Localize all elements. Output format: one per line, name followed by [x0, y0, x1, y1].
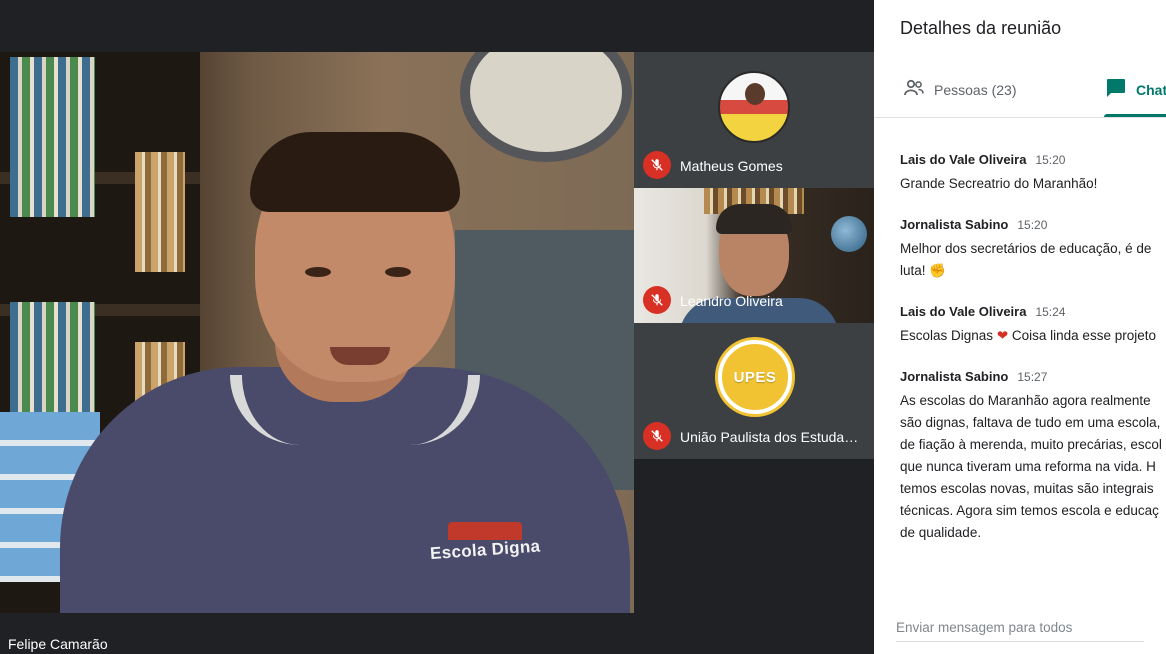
main-video-feed[interactable]: Escola Digna — [0, 52, 634, 613]
message-text: Melhor dos secretários de educação, é de — [900, 241, 1152, 256]
panel-tabs: Pessoas (23) Chat — [874, 64, 1166, 118]
tab-chat[interactable]: Chat — [1104, 76, 1166, 103]
shirt-logo-text: Escola Digna — [429, 536, 541, 564]
message-sender: Jornalista Sabino — [900, 217, 1009, 232]
message-text: Escolas Dignas ❤ Coisa linda esse projet… — [900, 325, 1166, 347]
chat-message: Lais do Vale Oliveira 15:24 Escolas Dign… — [900, 304, 1166, 347]
participant-tile[interactable]: UPES União Paulista dos Estuda… — [634, 323, 874, 459]
tab-people-label: Pessoas (23) — [934, 81, 1017, 98]
video-stage: Escola Digna Felipe Camarão Matheus Gome… — [0, 0, 874, 654]
globe — [831, 216, 867, 252]
message-text: técnicas. Agora sim temos escola e educa… — [900, 503, 1159, 518]
message-sender: Lais do Vale Oliveira — [900, 304, 1027, 319]
message-text-part: Coisa linda esse projeto — [1011, 328, 1156, 343]
message-sender: Jornalista Sabino — [900, 369, 1009, 384]
message-text: luta! ✊ — [900, 263, 947, 278]
chat-message: Jornalista Sabino 15:27 As escolas do Ma… — [900, 369, 1166, 544]
eye — [385, 267, 411, 277]
shirt-logo: Escola Digna — [429, 522, 550, 582]
tab-chat-label: Chat — [1136, 81, 1166, 98]
meeting-details-panel: Detalhes da reunião Pessoas (23) Chat La… — [874, 0, 1166, 654]
avatar — [718, 71, 790, 143]
message-time: 15:24 — [1035, 305, 1066, 319]
chat-composer — [896, 616, 1144, 642]
upes-logo: UPES — [718, 340, 792, 414]
heart-icon: ❤ — [996, 328, 1009, 343]
chat-messages: Lais do Vale Oliveira 15:20 Grande Secre… — [900, 152, 1166, 566]
tab-people[interactable]: Pessoas (23) — [902, 76, 1016, 103]
logo-roof-shape — [448, 522, 522, 540]
avatar-head — [745, 83, 765, 105]
message-text: Grande Secreatrio do Maranhão! — [900, 176, 1098, 191]
participant-tile[interactable]: Leandro Oliveira — [634, 188, 874, 323]
mic-off-icon — [643, 151, 671, 179]
mic-off-icon — [643, 422, 671, 450]
upes-logo-text: UPES — [733, 368, 777, 386]
hair — [716, 204, 792, 234]
main-participant-name: Felipe Camarão — [8, 636, 108, 652]
message-time: 15:20 — [1035, 153, 1066, 167]
message-text: de fiação à merenda, muito precárias, es… — [900, 437, 1162, 452]
people-icon — [902, 76, 926, 103]
eye — [305, 267, 331, 277]
chat-message-input[interactable] — [896, 616, 1144, 639]
speaker-figure: Escola Digna — [60, 92, 630, 613]
chat-message: Jornalista Sabino 15:20 Melhor dos secre… — [900, 217, 1166, 282]
message-text: As escolas do Maranhão agora realmente — [900, 393, 1151, 408]
active-tab-indicator — [1104, 114, 1166, 117]
message-sender: Lais do Vale Oliveira — [900, 152, 1027, 167]
message-text-part: Escolas Dignas — [900, 328, 994, 343]
mouth — [330, 347, 390, 365]
tile-participant-name: Leandro Oliveira — [680, 293, 783, 309]
tile-participant-name: União Paulista dos Estuda… — [680, 429, 859, 445]
panel-title: Detalhes da reunião — [900, 18, 1062, 38]
shirt-collar — [230, 375, 480, 445]
message-text: temos escolas novas, muitas são integrai… — [900, 481, 1154, 496]
chat-message: Lais do Vale Oliveira 15:20 Grande Secre… — [900, 152, 1166, 195]
message-time: 15:27 — [1017, 370, 1048, 384]
message-text: são dignas, faltava de tudo em uma escol… — [900, 415, 1161, 430]
tile-participant-name: Matheus Gomes — [680, 158, 783, 174]
chat-icon — [1104, 76, 1128, 103]
message-text: de qualidade. — [900, 525, 982, 540]
participant-tile[interactable]: Matheus Gomes — [634, 52, 874, 188]
message-text: que nunca tiveram uma reforma na vida. H — [900, 459, 1156, 474]
mic-off-icon — [643, 286, 671, 314]
hair — [250, 132, 460, 212]
message-time: 15:20 — [1017, 218, 1048, 232]
